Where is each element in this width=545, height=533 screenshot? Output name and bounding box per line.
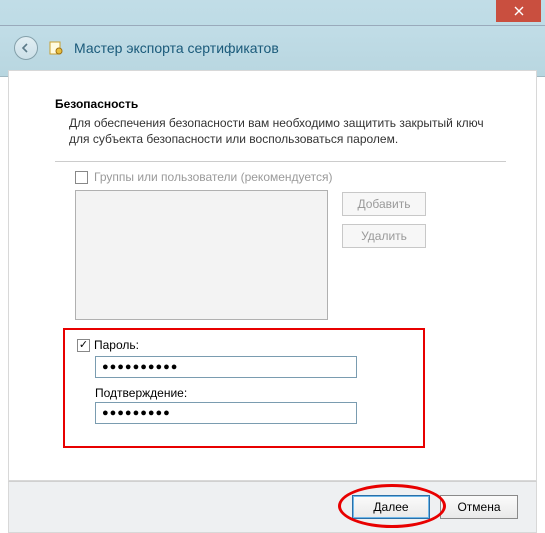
divider <box>55 161 506 162</box>
add-button: Добавить <box>342 192 426 216</box>
remove-button: Удалить <box>342 224 426 248</box>
password-checkbox[interactable] <box>77 339 90 352</box>
wizard-title: Мастер экспорта сертификатов <box>74 40 279 56</box>
window-titlebar <box>0 0 545 26</box>
cancel-button[interactable]: Отмена <box>440 495 518 519</box>
wizard-body: Безопасность Для обеспечения безопасност… <box>8 70 537 481</box>
close-button[interactable] <box>496 0 541 22</box>
next-button[interactable]: Далее <box>352 495 430 519</box>
password-label: Пароль: <box>94 338 139 352</box>
groups-label: Группы или пользователи (рекомендуется) <box>94 170 333 184</box>
groups-listbox[interactable] <box>75 190 328 320</box>
certificate-icon <box>48 40 64 56</box>
arrow-left-icon <box>20 42 32 54</box>
section-description: Для обеспечения безопасности вам необход… <box>55 115 506 147</box>
confirm-password-input[interactable] <box>95 402 357 424</box>
groups-checkbox[interactable] <box>75 171 88 184</box>
groups-option-row: Группы или пользователи (рекомендуется) <box>55 170 506 184</box>
confirm-label: Подтверждение: <box>95 386 411 400</box>
password-option-row: Пароль: <box>77 338 411 352</box>
password-highlight: Пароль: Подтверждение: <box>63 328 425 448</box>
wizard-footer: Далее Отмена <box>8 481 537 533</box>
back-button[interactable] <box>14 36 38 60</box>
close-icon <box>514 6 524 16</box>
section-title: Безопасность <box>55 97 506 111</box>
password-input[interactable] <box>95 356 357 378</box>
